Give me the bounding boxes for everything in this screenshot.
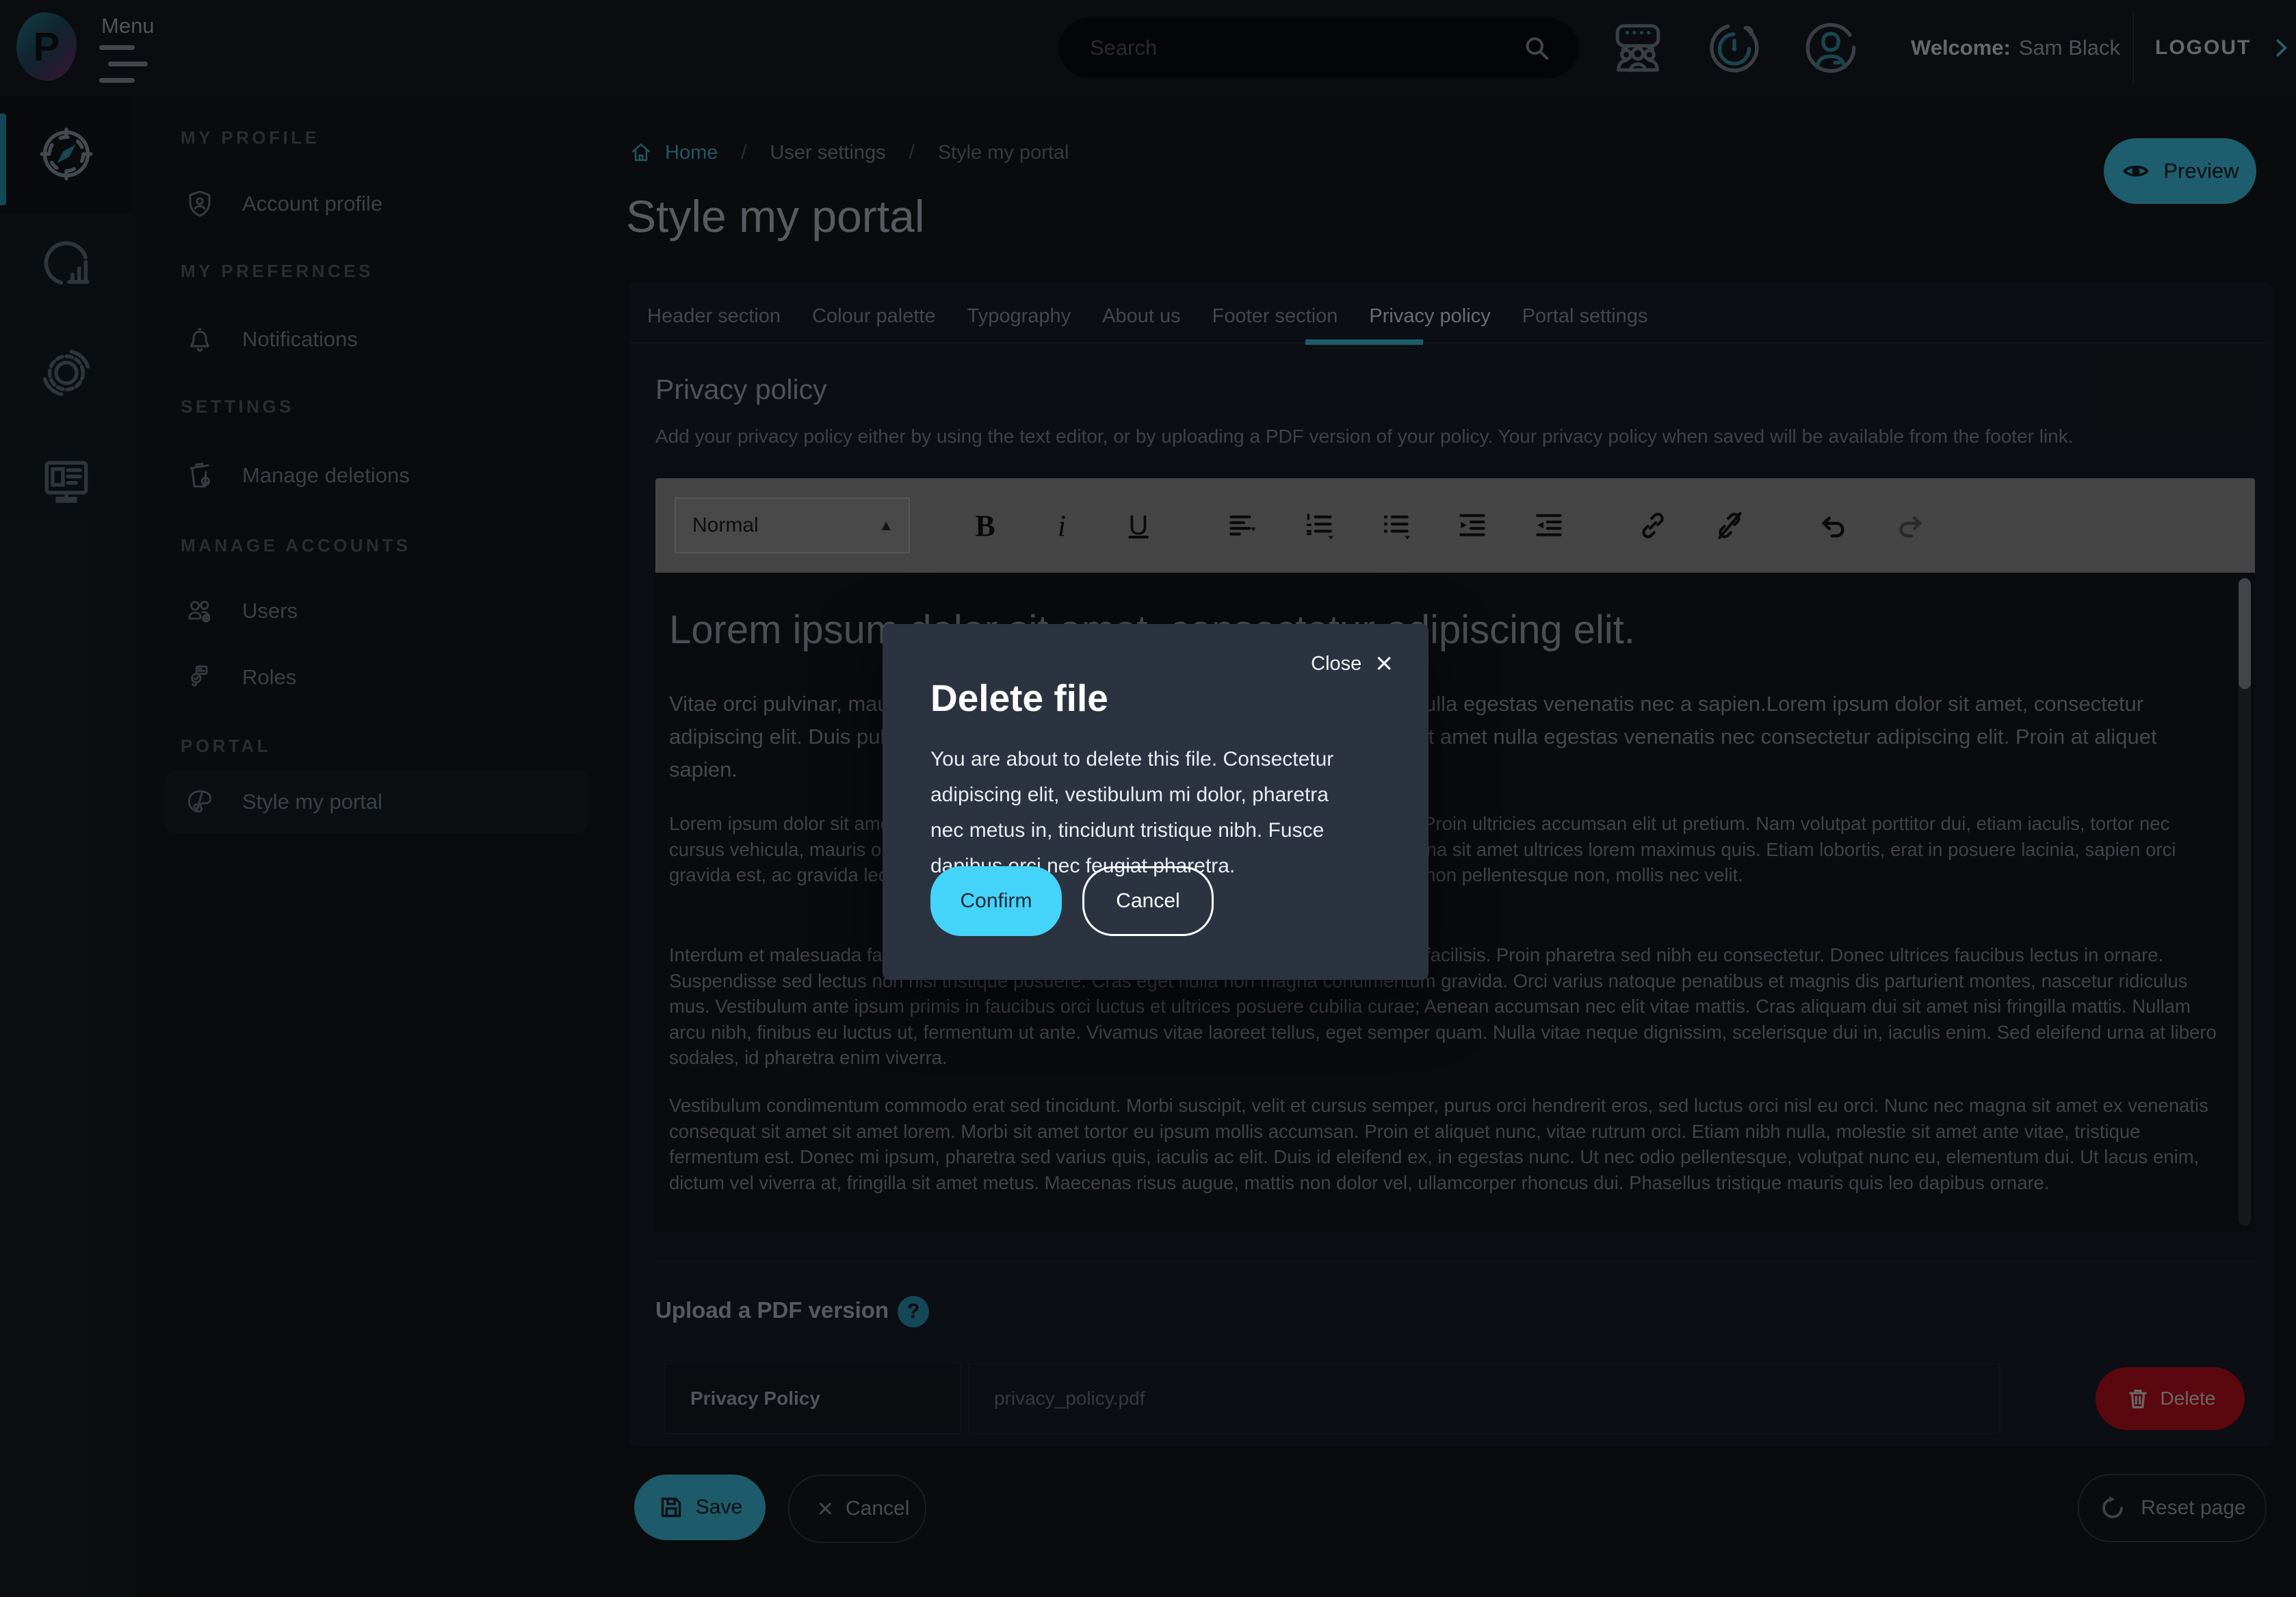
modal-close-button[interactable]: Close × <box>1311 649 1393 679</box>
modal-actions: Confirm Cancel <box>930 866 1214 936</box>
modal-cancel-button[interactable]: Cancel <box>1082 866 1214 936</box>
close-x-icon: × <box>1375 649 1393 679</box>
delete-file-modal: Close × Delete file You are about to del… <box>883 624 1429 980</box>
modal-title: Delete file <box>930 676 1108 720</box>
app-root: P Menu Welcome: Sam Black LOGOUT <box>0 0 2296 1597</box>
modal-close-label: Close <box>1311 653 1361 675</box>
modal-body-text: You are about to delete this file. Conse… <box>930 742 1349 884</box>
confirm-button[interactable]: Confirm <box>930 866 1062 936</box>
